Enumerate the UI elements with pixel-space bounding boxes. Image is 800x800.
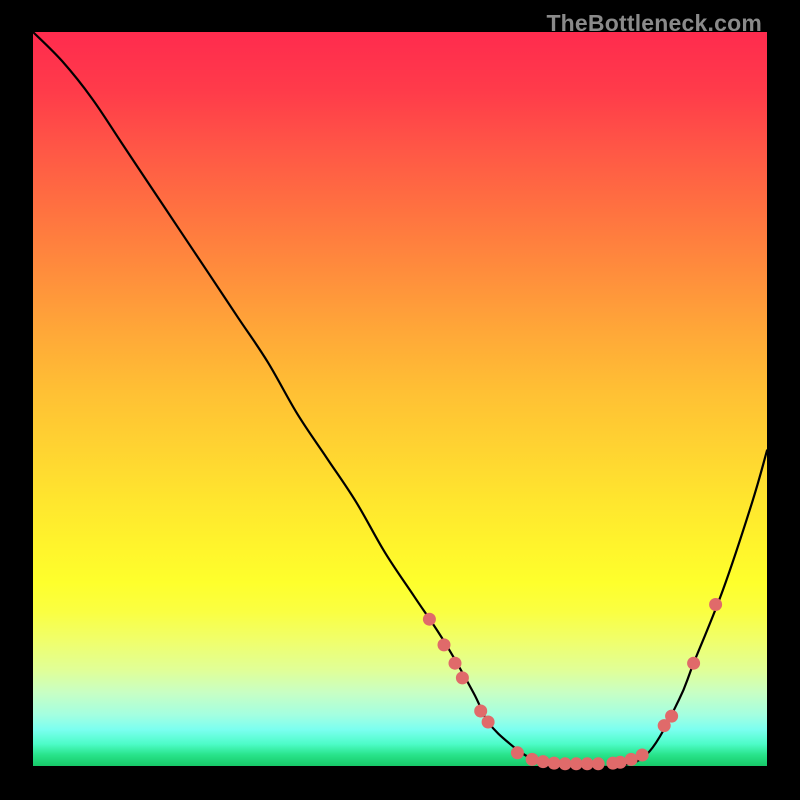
data-point [456,671,469,684]
data-point [438,638,451,651]
data-point [423,613,436,626]
data-point [559,757,572,770]
data-point [482,716,495,729]
data-point [636,749,649,762]
bottleneck-curve [33,32,767,767]
data-point [449,657,462,670]
data-point [537,755,550,768]
data-point [526,753,539,766]
data-point [474,705,487,718]
chart-plot-area [33,32,767,766]
data-point [511,746,524,759]
data-point [665,710,678,723]
data-point [592,757,605,770]
watermark-text: TheBottleneck.com [546,10,762,37]
data-point [614,756,627,769]
data-point [687,657,700,670]
data-point [709,598,722,611]
chart-svg [33,32,767,766]
